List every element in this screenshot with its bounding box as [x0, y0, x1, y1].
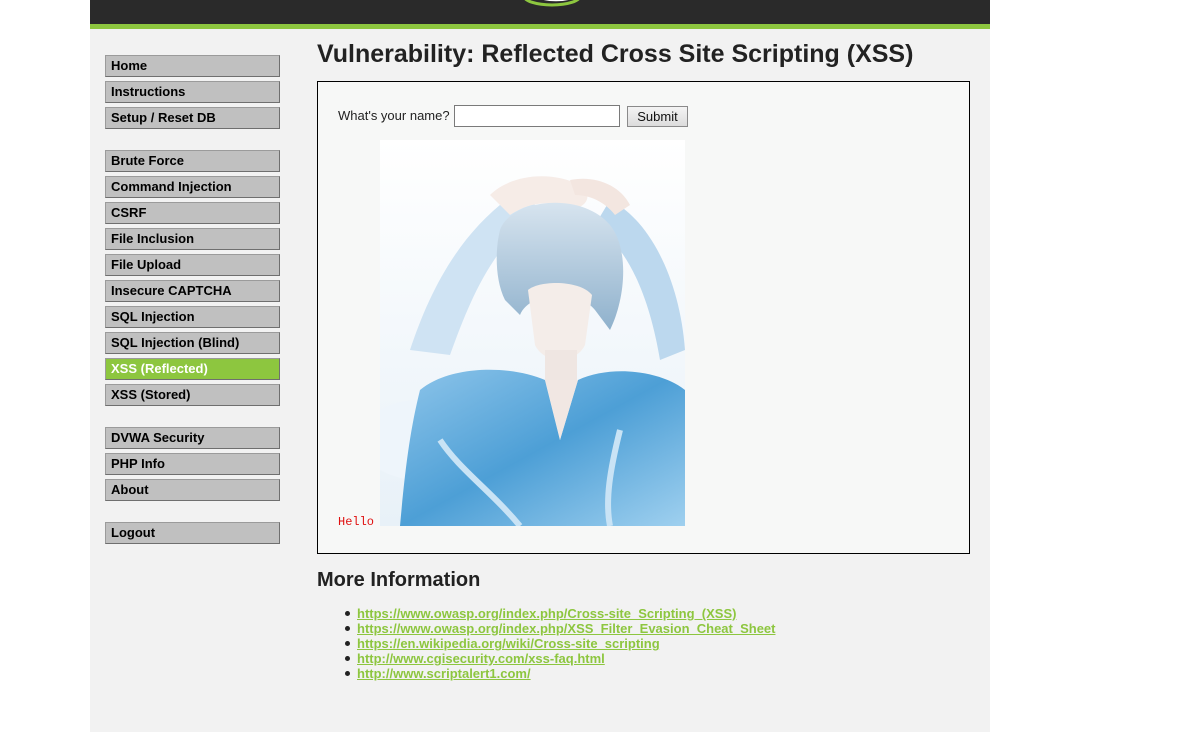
menu-item-setup-reset-db[interactable]: Setup / Reset DB [105, 107, 280, 129]
header-bar [90, 0, 990, 29]
bullet-icon [345, 656, 350, 661]
menu-item-brute-force[interactable]: Brute Force [105, 150, 280, 172]
page-container: Home Instructions Setup / Reset DB Brute Fo… [90, 0, 990, 732]
menu-item-about[interactable]: About [105, 479, 280, 501]
bullet-icon [345, 641, 350, 646]
link-list-item: https://www.owasp.org/index.php/Cross-si… [317, 606, 776, 621]
submit-button[interactable]: Submit [627, 106, 688, 127]
external-link[interactable]: http://www.cgisecurity.com/xss-faq.html [357, 651, 605, 666]
menu-item-instructions[interactable]: Instructions [105, 81, 280, 103]
menu-item-command-injection[interactable]: Command Injection [105, 176, 280, 198]
link-list-item: http://www.scriptalert1.com/ [317, 666, 776, 681]
menu-item-xss-reflected[interactable]: XSS (Reflected) [105, 358, 280, 380]
menu-item-logout[interactable]: Logout [105, 522, 280, 544]
menu-item-sql-injection[interactable]: SQL Injection [105, 306, 280, 328]
menu-item-dvwa-security[interactable]: DVWA Security [105, 427, 280, 449]
more-info-links: https://www.owasp.org/index.php/Cross-si… [317, 606, 776, 681]
reflected-injected-image [380, 140, 685, 526]
menu-item-file-inclusion[interactable]: File Inclusion [105, 228, 280, 250]
bullet-icon [345, 611, 350, 616]
menu-item-insecure-captcha[interactable]: Insecure CAPTCHA [105, 280, 280, 302]
external-link[interactable]: http://www.scriptalert1.com/ [357, 666, 531, 681]
vulnerability-box: What's your name? Submit Hello [317, 81, 970, 554]
name-input[interactable] [454, 105, 620, 127]
dvwa-logo [524, 0, 580, 7]
menu-item-home[interactable]: Home [105, 55, 280, 77]
name-label: What's your name? [338, 108, 450, 123]
menu-item-sql-injection-blind[interactable]: SQL Injection (Blind) [105, 332, 280, 354]
reflected-output-text: Hello [338, 515, 375, 529]
more-info-title: More Information [317, 569, 481, 591]
menu-item-file-upload[interactable]: File Upload [105, 254, 280, 276]
link-list-item: https://www.owasp.org/index.php/XSS_Filt… [317, 621, 776, 636]
menu-item-php-info[interactable]: PHP Info [105, 453, 280, 475]
page-title: Vulnerability: Reflected Cross Site Scri… [317, 40, 914, 68]
external-link[interactable]: https://www.owasp.org/index.php/XSS_Filt… [357, 621, 776, 636]
external-link[interactable]: https://www.owasp.org/index.php/Cross-si… [357, 606, 736, 621]
bullet-icon [345, 626, 350, 631]
bullet-icon [345, 671, 350, 676]
menu-item-xss-stored[interactable]: XSS (Stored) [105, 384, 280, 406]
menu-item-csrf[interactable]: CSRF [105, 202, 280, 224]
link-list-item: https://en.wikipedia.org/wiki/Cross-site… [317, 636, 776, 651]
external-link[interactable]: https://en.wikipedia.org/wiki/Cross-site… [357, 636, 660, 651]
link-list-item: http://www.cgisecurity.com/xss-faq.html [317, 651, 776, 666]
